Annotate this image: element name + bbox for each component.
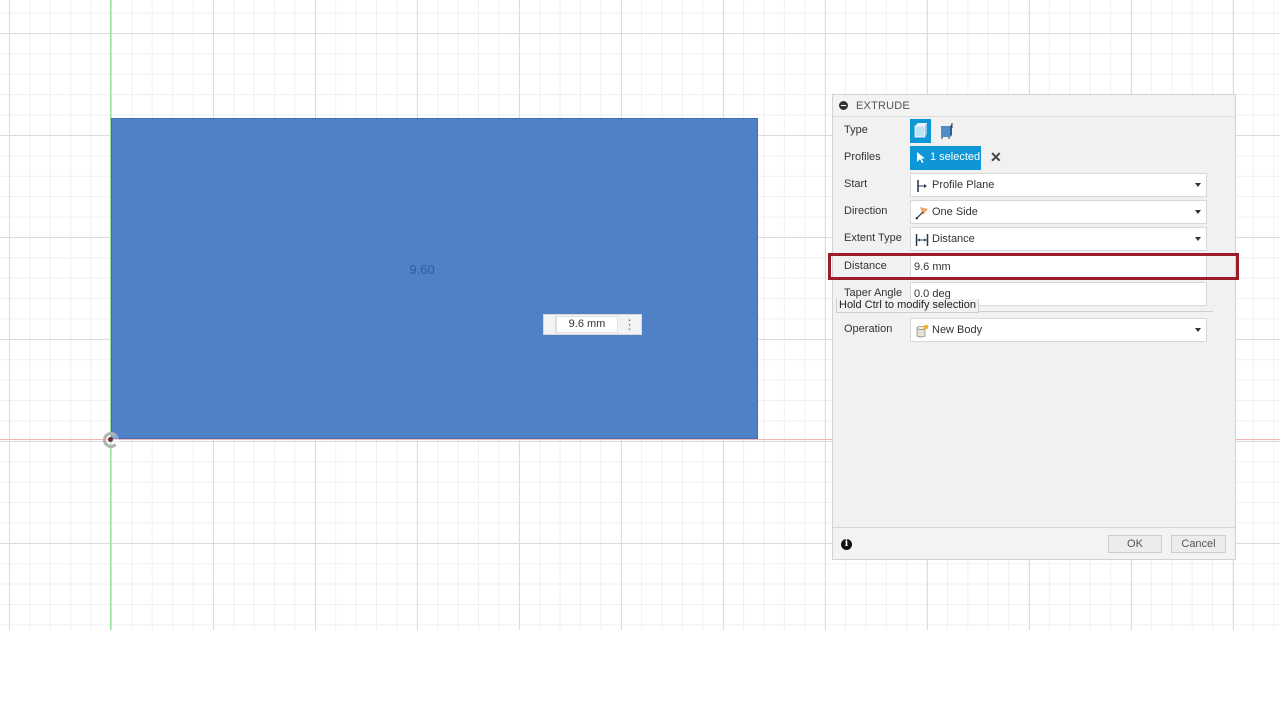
solid-extrude-icon [914, 123, 927, 138]
panel-title: EXTRUDE [856, 99, 910, 112]
direction-label: Direction [844, 205, 888, 217]
solid-extrude-button[interactable] [910, 119, 931, 143]
start-dropdown[interactable]: Profile Plane [910, 173, 1207, 197]
inline-distance-manipulator: 9.6 mm ⋮ [543, 314, 642, 335]
sketch-profile-rectangle[interactable]: 9.60 [111, 118, 758, 439]
taper-angle-label: Taper Angle [844, 287, 903, 299]
type-row: Type [833, 119, 1237, 143]
clear-selection-icon[interactable]: ✕ [990, 149, 1002, 166]
origin-point [108, 437, 113, 442]
operation-value: New Body [932, 324, 983, 336]
direction-value: One Side [932, 206, 978, 218]
ok-button[interactable]: OK [1108, 535, 1162, 553]
inline-distance-input[interactable]: 9.6 mm [556, 316, 618, 333]
panel-header: EXTRUDE [833, 95, 1235, 117]
start-value: Profile Plane [932, 179, 995, 191]
distance-highlight-annotation [828, 253, 1239, 280]
drag-grip-icon[interactable] [544, 315, 556, 334]
chevron-down-icon [1195, 328, 1201, 332]
profiles-selection-button[interactable]: 1 selected [910, 146, 981, 170]
direction-dropdown[interactable]: One Side [910, 200, 1207, 224]
profile-plane-icon [917, 180, 927, 192]
extent-type-row: Extent Type Distance [833, 227, 1237, 251]
thin-extrude-icon [941, 123, 953, 139]
panel-footer: i OK Cancel [833, 527, 1235, 559]
cancel-button[interactable]: Cancel [1171, 535, 1226, 553]
one-side-icon [915, 207, 928, 220]
more-options-icon[interactable]: ⋮ [618, 315, 641, 334]
distance-icon [915, 234, 929, 246]
profiles-selection-count: 1 selected [930, 151, 981, 163]
profiles-label: Profiles [844, 151, 881, 163]
collapse-icon[interactable] [839, 101, 848, 110]
selection-tooltip: Hold Ctrl to modify selection [836, 299, 979, 313]
extent-type-value: Distance [932, 233, 975, 245]
extent-type-label: Extent Type [844, 232, 902, 244]
operation-row: Operation New Body [833, 318, 1237, 342]
chevron-down-icon [1195, 210, 1201, 214]
direction-row: Direction One Side [833, 200, 1237, 224]
chevron-down-icon [1195, 237, 1201, 241]
extrude-panel: EXTRUDE Type Profiles 1 selected ✕ Start… [832, 94, 1236, 560]
type-label: Type [844, 124, 868, 136]
new-body-icon [916, 324, 929, 338]
operation-label: Operation [844, 323, 893, 335]
chevron-down-icon [1195, 183, 1201, 187]
start-row: Start Profile Plane [833, 173, 1237, 197]
profiles-row: Profiles 1 selected ✕ [833, 146, 1237, 170]
start-label: Start [844, 178, 868, 190]
info-icon[interactable]: i [841, 539, 852, 550]
fusion-workspace: 9.60 9.6 mm ⋮ EXTRUDE Type Profiles 1 se… [0, 0, 1280, 720]
thin-extrude-button[interactable] [936, 119, 957, 143]
operation-dropdown[interactable]: New Body [910, 318, 1207, 342]
cursor-arrow-icon [917, 152, 925, 163]
sketch-dimension-label[interactable]: 9.60 [407, 262, 437, 277]
extent-type-dropdown[interactable]: Distance [910, 227, 1207, 251]
